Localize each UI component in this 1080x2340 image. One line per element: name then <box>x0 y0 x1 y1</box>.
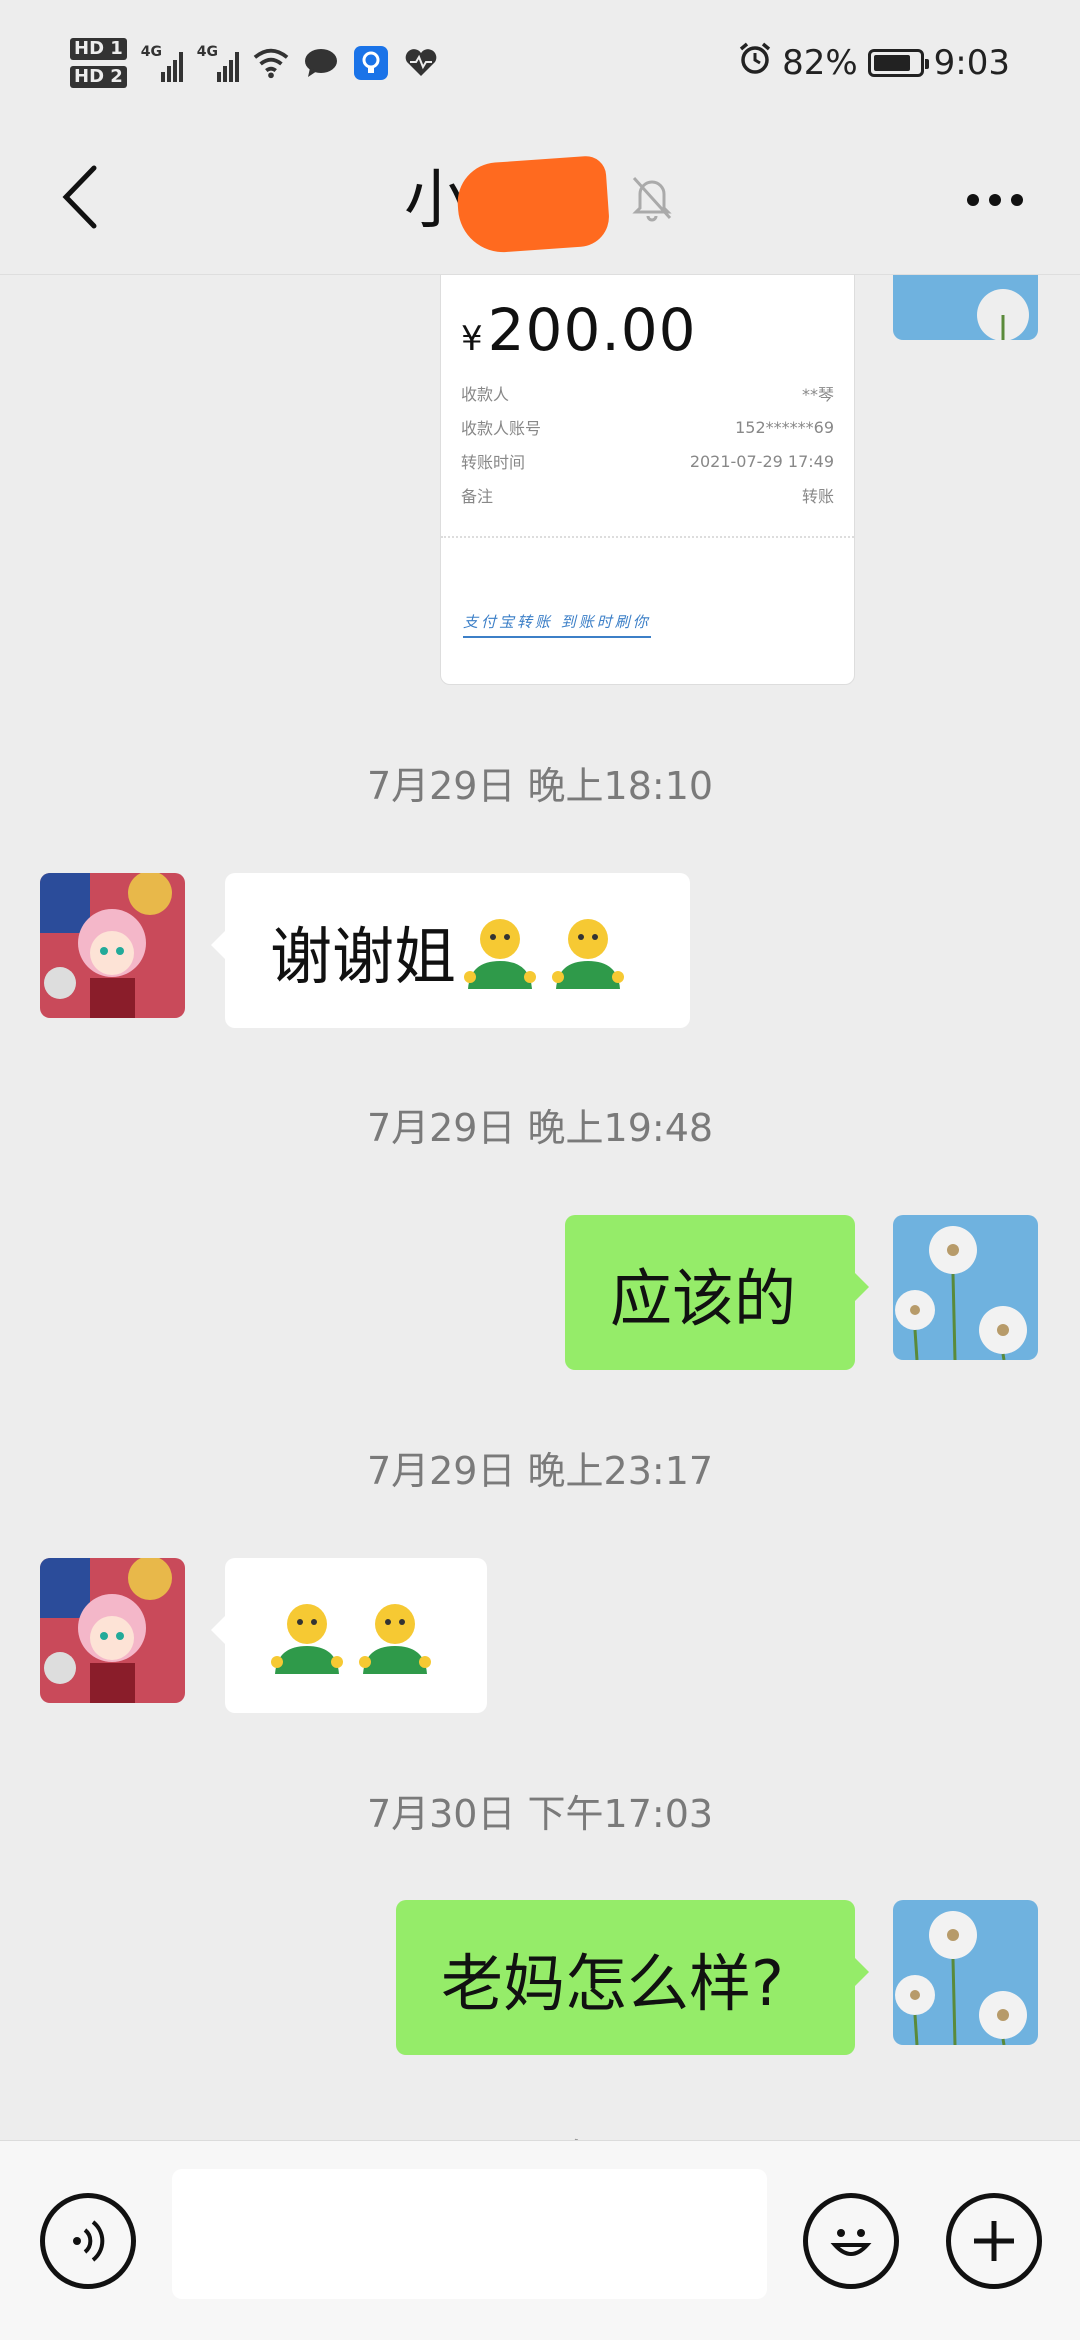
message-input[interactable] <box>172 2169 767 2299</box>
bulb-app-icon <box>353 45 389 81</box>
receipt-row: 收款人账号 152******69 <box>461 410 834 444</box>
status-bar: HD 1 HD 2 4G 4G 82% 9:03 <box>0 0 1080 125</box>
plus-icon <box>974 2221 1014 2261</box>
hd1-label: HD 1 <box>70 37 127 60</box>
message-text: 谢谢姐 <box>270 919 457 993</box>
contact-avatar[interactable] <box>40 873 185 1018</box>
self-avatar[interactable] <box>893 1900 1038 2045</box>
message-notification-icon <box>303 45 339 81</box>
transfer-receipt-image[interactable]: ¥200.00 收款人 **琴 收款人账号 152******69 转账时间 2021… <box>440 275 855 685</box>
net2-label: 4G <box>196 43 219 60</box>
hd-indicators: HD 1 HD 2 <box>70 37 127 88</box>
signal-2-icon: 4G <box>197 44 239 82</box>
back-arrow-icon <box>62 165 97 229</box>
timestamp: 7月30日 下午17:03 <box>366 1792 714 1836</box>
person-emoji-icon <box>267 1596 347 1676</box>
title-wrap: 小 <box>404 149 676 255</box>
emoji-button[interactable] <box>803 2193 899 2289</box>
clock: 9:03 <box>933 42 1010 83</box>
receipt-signature: 支付宝转账 到账时刷你 <box>463 611 651 638</box>
redaction-mark <box>455 154 611 255</box>
battery-percent: 82% <box>782 42 858 83</box>
message-bubble-sent[interactable]: 应该的 <box>565 1215 869 1370</box>
timestamp: 7月29日 晚上19:48 <box>366 1106 714 1150</box>
receipt-row-value: 2021-07-29 17:49 <box>689 451 834 471</box>
input-bar <box>0 2140 1080 2340</box>
receipt-row: 收款人 **琴 <box>461 376 834 410</box>
receipt-amount-value: 200.00 <box>487 296 697 364</box>
message-text: 应该的 <box>610 1261 797 1335</box>
receipt-amount: ¥200.00 <box>461 296 697 364</box>
message-bubble-received[interactable]: 谢谢姐 <box>211 873 690 1028</box>
receipt-row-label: 备注 <box>461 487 494 506</box>
alarm-icon <box>738 41 772 84</box>
receipt-rows: 收款人 **琴 收款人账号 152******69 转账时间 2021-07-29 1… <box>461 376 834 512</box>
message-bubble-received[interactable] <box>211 1558 487 1713</box>
health-heart-icon <box>403 45 439 81</box>
message-bubble-sent[interactable]: 老妈怎么样? <box>396 1900 869 2055</box>
hd2-label: HD 2 <box>70 65 127 88</box>
net1-label: 4G <box>140 43 163 60</box>
receipt-row-label: 收款人账号 <box>461 419 542 438</box>
voice-icon <box>73 2220 105 2262</box>
message-list[interactable]: ¥200.00 收款人 **琴 收款人账号 152******69 转账时间 2021… <box>0 275 1080 2140</box>
voice-button[interactable] <box>40 2193 136 2289</box>
chat-screen: HD 1 HD 2 4G 4G 82% 9:03 小 ¥200.00 收款人 *… <box>0 0 1080 2340</box>
chat-header: 小 <box>0 125 1080 275</box>
add-button[interactable] <box>946 2193 1042 2289</box>
self-avatar[interactable] <box>893 1215 1038 1360</box>
back-button[interactable] <box>40 157 120 237</box>
receipt-row: 转账时间 2021-07-29 17:49 <box>461 444 834 478</box>
message-text: 老妈怎么样? <box>441 1946 784 2020</box>
receipt-row-value: 152******69 <box>735 417 834 437</box>
status-left: HD 1 HD 2 4G 4G <box>70 37 439 88</box>
person-emoji-icon <box>460 911 540 991</box>
signal-1-icon: 4G <box>141 44 183 82</box>
wifi-icon <box>253 45 289 81</box>
receipt-divider <box>441 536 854 538</box>
person-emoji-icon <box>355 1596 435 1676</box>
battery-icon <box>867 48 929 77</box>
timestamp: 7月29日 晚上23:17 <box>366 1449 714 1493</box>
self-avatar[interactable] <box>893 275 1038 340</box>
person-emoji-icon <box>548 911 628 991</box>
receipt-currency: ¥ <box>461 319 484 359</box>
status-right: 82% 9:03 <box>738 41 1010 84</box>
timestamp: 7月29日 晚上18:10 <box>366 764 714 808</box>
bell-off-icon <box>628 172 676 226</box>
chat-title: 小 <box>404 149 611 255</box>
timestamp-partial: 7月30日 下午17:01 <box>0 2127 1080 2140</box>
receipt-row-label: 收款人 <box>461 385 510 404</box>
more-button[interactable] <box>950 160 1040 240</box>
receipt-row-value: **琴 <box>801 385 834 404</box>
contact-avatar[interactable] <box>40 1558 185 1703</box>
receipt-row: 备注 转账 <box>461 478 834 512</box>
receipt-row-label: 转账时间 <box>461 453 526 472</box>
emoji-icon <box>830 2229 872 2256</box>
receipt-row-value: 转账 <box>801 487 834 506</box>
